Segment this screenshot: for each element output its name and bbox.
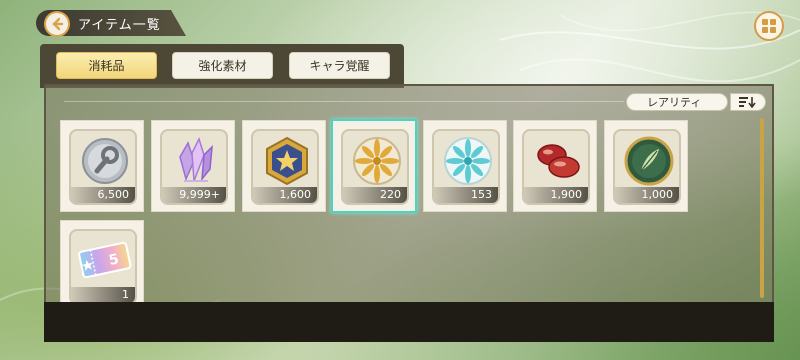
back-button[interactable] xyxy=(44,11,70,37)
item-count: 153 xyxy=(434,187,498,203)
item-frame: 220 xyxy=(341,129,409,205)
item-frame: 1,900 xyxy=(522,129,590,205)
item-count: 1 xyxy=(71,287,135,303)
item-slot[interactable]: 9,999+ xyxy=(151,120,235,212)
item-slot[interactable]: 1,000 xyxy=(604,120,688,212)
item-count: 1,600 xyxy=(253,187,317,203)
green-leaf-coin-icon xyxy=(624,136,674,186)
item-slot[interactable]: 1,600 xyxy=(242,120,326,212)
item-count: 6,500 xyxy=(71,187,135,203)
bottom-strip xyxy=(44,302,774,342)
wrench-coin-icon xyxy=(82,138,128,184)
item-slot-selected[interactable]: 220 xyxy=(331,119,417,213)
scrollbar[interactable] xyxy=(760,118,764,298)
item-frame: 6,500 xyxy=(69,129,137,205)
item-frame: 9,999+ xyxy=(160,129,228,205)
item-slot[interactable]: 5 1 xyxy=(60,220,144,312)
item-slot[interactable]: 6,500 xyxy=(60,120,144,212)
menu-button[interactable] xyxy=(754,11,784,41)
top-bar: アイテム一覧 xyxy=(0,0,800,50)
gold-flower-coin-icon xyxy=(353,137,401,185)
item-count: 1,000 xyxy=(615,187,679,203)
item-frame: 5 1 xyxy=(69,229,137,305)
item-slot[interactable]: 153 xyxy=(423,120,507,212)
sort-dropdown[interactable]: レアリティ xyxy=(626,93,728,111)
cyan-flower-coin-icon xyxy=(444,137,492,185)
item-frame: 153 xyxy=(432,129,500,205)
item-count: 220 xyxy=(343,187,407,203)
arrow-left-icon xyxy=(52,17,64,31)
tab-character-awakening[interactable]: キャラ覚醒 xyxy=(289,52,390,79)
grid-menu-icon xyxy=(762,19,776,33)
crystal-cluster-icon xyxy=(179,137,213,182)
divider xyxy=(64,101,624,102)
item-count: 9,999+ xyxy=(162,187,226,203)
rainbow-ticket-icon: 5 xyxy=(78,241,132,279)
sort-order-button[interactable] xyxy=(730,93,766,111)
tab-consumables[interactable]: 消耗品 xyxy=(56,52,157,79)
screen-title: アイテム一覧 xyxy=(78,18,161,33)
sort-descending-icon xyxy=(739,97,756,108)
star-medal-icon xyxy=(266,136,308,186)
item-frame: 1,000 xyxy=(613,129,681,205)
tab-enhancement-materials[interactable]: 強化素材 xyxy=(172,52,273,79)
item-frame: 1,600 xyxy=(251,129,319,205)
red-beans-icon xyxy=(537,144,580,178)
item-count: 1,900 xyxy=(524,187,588,203)
item-slot[interactable]: 1,900 xyxy=(513,120,597,212)
